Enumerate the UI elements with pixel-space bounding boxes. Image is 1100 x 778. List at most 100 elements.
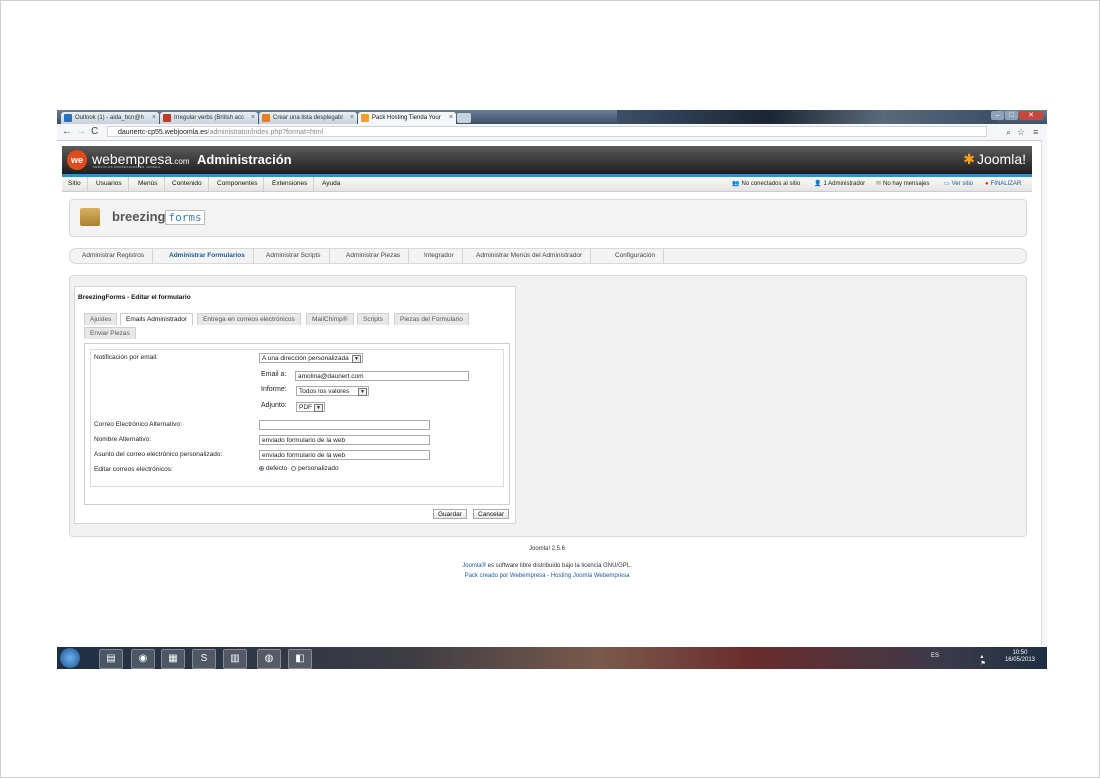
address-bar: ← → C daunertc-cp55.webjoomla.es/adminis…	[57, 124, 1047, 141]
joomla-logo-text: Joomla!	[976, 151, 1026, 167]
submenu-administrar-formularios[interactable]: Administrar Formularios	[161, 249, 254, 263]
forward-arrow-icon[interactable]: →	[76, 125, 86, 139]
start-button[interactable]	[60, 648, 80, 668]
tab-scripts[interactable]: Scripts	[357, 313, 389, 325]
submenu-administrar-piezas[interactable]: Administrar Piezas	[338, 249, 410, 263]
license-text: es software libre distribuido bajo la li…	[486, 563, 632, 569]
component-header: breezing forms	[69, 199, 1027, 237]
windows-taskbar: ▤ ◉ ▦ S ▥ ◍ ◧ ES ▴ ⚑ ▭ ◀) 10:50 16/05/20…	[57, 647, 1047, 669]
submenu-integrador[interactable]: Integrador	[416, 249, 463, 263]
status-admins[interactable]: 👤 1 Administrador	[814, 177, 865, 191]
new-tab-button[interactable]	[457, 113, 471, 123]
tab-mailchimp[interactable]: MailChimp®	[306, 313, 354, 325]
radio-default[interactable]	[259, 465, 264, 471]
content-area: BreezingForms - Editar el formulario Aju…	[69, 275, 1027, 537]
menu-item-usuarios[interactable]: Usuarios	[90, 177, 129, 191]
language-indicator[interactable]: ES	[931, 653, 939, 659]
radio-custom-label: personalizado	[298, 465, 339, 472]
attachment-select[interactable]: PDF ▼	[296, 402, 325, 412]
firefox-icon[interactable]: ◍	[257, 649, 281, 669]
close-icon[interactable]: ×	[449, 112, 453, 124]
window-close-icon[interactable]: ✕	[1019, 111, 1043, 120]
browser-tab-outlook[interactable]: Outlook (1) - aida_bcn@h ×	[61, 112, 159, 124]
bookmark-star-icon[interactable]: ☆	[1017, 125, 1025, 139]
attachment-label: Adjunto:	[261, 402, 287, 409]
tab-label: Irregular verbs (British acc	[174, 115, 245, 121]
report-select[interactable]: Todos los valores ▼	[296, 386, 369, 396]
admin-menu-bar: Sitio Usuarios Menús Contenido Component…	[62, 177, 1032, 192]
app-icon[interactable]: ◧	[288, 649, 312, 669]
minimize-icon[interactable]: –	[991, 111, 1004, 120]
chevron-down-icon: ▼	[352, 355, 361, 363]
menu-item-extensiones[interactable]: Extensiones	[266, 177, 315, 191]
tray-icons[interactable]: ▴ ⚑ ▭ ◀)	[980, 653, 987, 669]
tab-piezas-formulario[interactable]: Piezas del Formulario	[394, 313, 469, 325]
tab-ajustes[interactable]: Ajustes	[84, 313, 118, 325]
alt-email-input[interactable]	[259, 420, 430, 430]
zoom-icon[interactable]: ⌕	[1006, 125, 1011, 139]
tab-label: Outlook (1) - aida_bcn@h	[75, 115, 144, 121]
admin-title: Administración	[197, 152, 292, 167]
menu-item-sitio[interactable]: Sitio	[62, 177, 88, 191]
radio-default-label: defecto	[266, 465, 288, 472]
menu-item-ayuda[interactable]: Ayuda	[316, 177, 346, 191]
folder-icon[interactable]: ▦	[161, 649, 185, 669]
folder-icon	[80, 208, 100, 226]
vertical-scrollbar[interactable]	[1041, 140, 1047, 646]
back-arrow-icon[interactable]: ←	[62, 125, 72, 139]
explorer-icon[interactable]: ▤	[99, 649, 123, 669]
clock[interactable]: 10:50 16/05/2013	[1005, 650, 1035, 664]
browser-tab-pack-hosting[interactable]: Pack Hosting Tienda Your ×	[358, 112, 456, 124]
tab-emails-administrador[interactable]: Emails Administrador	[120, 313, 194, 325]
email-to-label: Email a:	[261, 371, 287, 378]
status-online-users[interactable]: 👥 No conectados al sitio	[732, 177, 800, 191]
tab-enviar-piezas[interactable]: Enviar Piezas	[84, 327, 136, 339]
maximize-icon[interactable]: □	[1005, 111, 1018, 120]
chrome-icon[interactable]: ◉	[131, 649, 155, 669]
browser-tab-irregular-verbs[interactable]: Irregular verbs (British acc ×	[160, 112, 258, 124]
notification-select[interactable]: A una dirección personalizada ▼	[259, 353, 363, 363]
logout-link[interactable]: ● FINALIZAR	[985, 177, 1021, 191]
close-icon[interactable]: ×	[251, 112, 255, 124]
skype-icon[interactable]: S	[192, 649, 216, 669]
menu-item-contenido[interactable]: Contenido	[166, 177, 209, 191]
subject-input[interactable]: enviado formulario de la web	[259, 450, 430, 460]
logout-icon: ●	[985, 181, 989, 187]
joomla-admin: we webempresa.com SERVICIOS PROFESIONALE…	[62, 146, 1032, 579]
menu-item-componentes[interactable]: Componentes	[211, 177, 265, 191]
alt-name-input[interactable]: enviado formulario de la web	[259, 435, 430, 445]
submenu-administrar-registros[interactable]: Administrar Registros	[74, 249, 154, 263]
tab-label: Pack Hosting Tienda Your	[372, 115, 441, 121]
document-icon[interactable]: ▥	[223, 649, 247, 669]
browser-tab-strip: Outlook (1) - aida_bcn@h × Irregular ver…	[57, 110, 1047, 124]
close-icon[interactable]: ×	[350, 112, 354, 124]
browser-tab-lista-desplegable[interactable]: Crear una lista desplegabl ×	[259, 112, 357, 124]
joomla-star-icon: ✱	[963, 151, 975, 167]
menu-item-menus[interactable]: Menús	[132, 177, 165, 191]
view-site-link[interactable]: ▭ Ver sitio	[944, 177, 973, 191]
component-submenu: Administrar Registros Administrar Formul…	[69, 248, 1027, 264]
tab-label: Crear una lista desplegabl	[273, 115, 343, 121]
close-icon[interactable]: ×	[152, 112, 156, 124]
url-path: /administrator/index.php?format=html	[207, 129, 324, 136]
tab-entrega-correos[interactable]: Entrega en correos electrónicos	[197, 313, 301, 325]
reload-icon[interactable]: C	[91, 125, 98, 139]
email-to-input[interactable]: amolina@daunert.com	[295, 371, 469, 381]
status-text: Ver sitio	[951, 181, 974, 187]
menu-icon[interactable]: ≡	[1033, 125, 1038, 139]
tab-body: Notificación por email: A una dirección …	[84, 343, 510, 505]
submenu-administrar-scripts[interactable]: Administrar Scripts	[258, 249, 330, 263]
radio-custom[interactable]	[291, 465, 297, 471]
license-line: Joomla® es software libre distribuido ba…	[62, 563, 1032, 569]
joomla-link[interactable]: Joomla®	[462, 563, 486, 569]
submenu-configuracion[interactable]: Configuración	[607, 249, 665, 263]
submenu-administrar-menus-admin[interactable]: Administrar Menús del Administrador	[468, 249, 592, 263]
status-text: 1 Administrador	[823, 181, 866, 187]
cancel-button[interactable]: Cancelar	[473, 509, 510, 519]
pack-credit-link[interactable]: Pack creado por Webempresa - Hosting Joo…	[62, 573, 1032, 579]
url-input[interactable]: daunertc-cp55.webjoomla.es/administrator…	[107, 126, 987, 137]
status-messages[interactable]: ✉ No hay mensajes	[876, 177, 929, 191]
save-button[interactable]: Guardar	[433, 509, 467, 519]
form-title: BreezingForms - Editar el formulario	[78, 294, 191, 301]
edit-emails-label: Editar correos electrónicos:	[94, 466, 173, 473]
